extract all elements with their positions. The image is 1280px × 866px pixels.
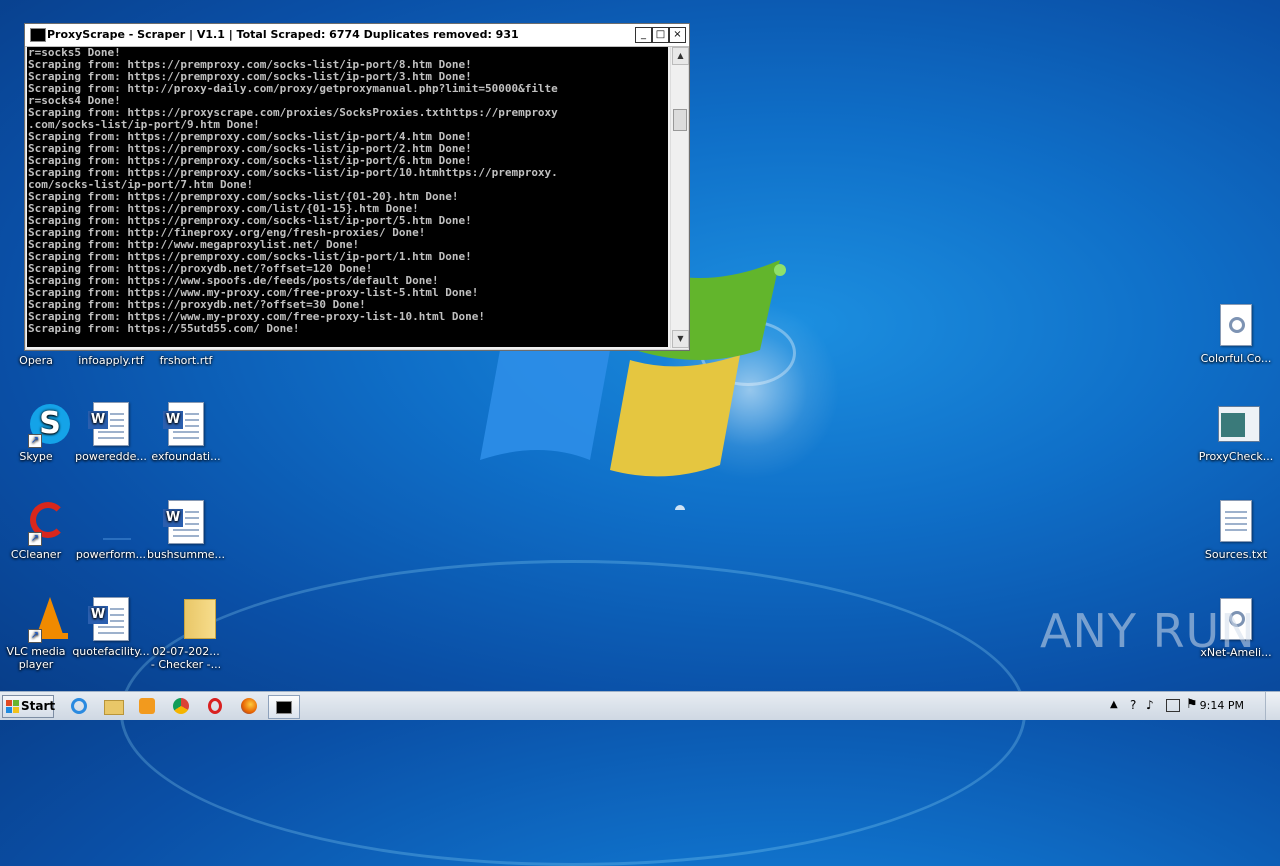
close-button[interactable]: ×	[669, 27, 686, 43]
console-app-icon	[30, 28, 46, 42]
tray-flag-icon[interactable]: ⚑	[1186, 697, 1198, 712]
taskbar-media-player-icon[interactable]	[134, 695, 160, 717]
shortcut-arrow-icon: ↗	[28, 532, 42, 546]
scroll-thumb[interactable]	[673, 109, 687, 131]
system-tray: ▲ ? ♪ ⚑ 9:14 PM	[1100, 692, 1280, 720]
windows-logo-icon	[6, 700, 19, 713]
desktop-icon-vlc[interactable]: ↗ VLC media player	[0, 597, 75, 671]
tray-help-icon[interactable]: ?	[1130, 698, 1136, 712]
word-document-icon: W	[163, 402, 208, 446]
desktop-icon-poweredde[interactable]: W poweredde...	[72, 402, 150, 463]
console-line: Scraping from: https://55utd55.com/ Done…	[28, 322, 300, 335]
text-file-icon	[1214, 500, 1258, 544]
vertical-scrollbar[interactable]: ▲ ▼	[670, 47, 689, 348]
tray-expand-icon[interactable]: ▲	[1110, 699, 1118, 710]
maximize-button[interactable]: □	[652, 27, 669, 43]
skype-icon: S ↗	[14, 402, 70, 448]
tray-network-icon[interactable]	[1166, 699, 1180, 712]
desktop-icon-colorful[interactable]: Colorful.Co...	[1197, 304, 1275, 365]
desktop-icon-exfoundati[interactable]: W exfoundati...	[147, 402, 225, 463]
shortcut-arrow-icon: ↗	[28, 629, 42, 643]
word-document-icon: W	[163, 500, 208, 544]
desktop-icon-proxycheck[interactable]: ProxyCheck...	[1197, 402, 1275, 463]
folder-icon	[164, 597, 216, 641]
taskbar-explorer-icon[interactable]	[100, 695, 126, 717]
console-line: Scraping from: http://proxy-daily.com/pr…	[28, 82, 558, 95]
start-button[interactable]: Start	[2, 695, 55, 718]
taskbar-chrome-icon[interactable]	[168, 695, 194, 717]
taskbar: Start ▲ ? ♪ ⚑ 9:14 PM	[0, 691, 1280, 720]
window-titlebar[interactable]: ProxyScrape - Scraper | V1.1 | Total Scr…	[25, 24, 689, 47]
scroll-down-arrow-icon[interactable]: ▼	[672, 330, 689, 348]
desktop-icon-powerform[interactable]: powerform...	[72, 500, 150, 561]
word-document-icon: W	[88, 597, 133, 641]
show-desktop-button[interactable]	[1265, 692, 1280, 720]
word-document-icon: W	[88, 402, 133, 446]
scroll-up-arrow-icon[interactable]: ▲	[672, 47, 689, 65]
ccleaner-icon: ↗	[14, 500, 66, 546]
minimize-button[interactable]: _	[635, 27, 652, 43]
taskbar-firefox-icon[interactable]	[236, 695, 262, 717]
desktop-icon-ccleaner[interactable]: ↗ CCleaner	[0, 500, 75, 561]
taskbar-console-button[interactable]	[268, 695, 300, 719]
vlc-cone-icon: ↗	[14, 597, 68, 643]
desktop-icon-quotefacility[interactable]: W quotefacility...	[72, 597, 150, 658]
tray-volume-icon[interactable]: ♪	[1146, 698, 1154, 712]
shortcut-arrow-icon: ↗	[28, 434, 42, 448]
gear-file-icon	[1214, 304, 1258, 348]
app-window-icon	[1214, 402, 1260, 446]
window-title: ProxyScrape - Scraper | V1.1 | Total Scr…	[47, 28, 519, 41]
desktop-icon-sources[interactable]: Sources.txt	[1197, 500, 1275, 561]
taskbar-ie-icon[interactable]	[66, 695, 92, 717]
taskbar-opera-icon[interactable]	[202, 695, 228, 717]
console-window[interactable]: ProxyScrape - Scraper | V1.1 | Total Scr…	[24, 23, 690, 351]
desktop-icon-skype[interactable]: S ↗ Skype	[0, 402, 75, 463]
anyrun-watermark: ANY RUN	[1040, 604, 1256, 658]
desktop-icon-checker-folder[interactable]: 02-07-202... - Checker -...	[147, 597, 225, 671]
desktop-icon-bushsumme[interactable]: W bushsumme...	[147, 500, 225, 561]
taskbar-clock[interactable]: 9:14 PM	[1200, 699, 1244, 712]
console-output[interactable]: r=socks5 Done! Scraping from: https://pre…	[27, 47, 668, 347]
